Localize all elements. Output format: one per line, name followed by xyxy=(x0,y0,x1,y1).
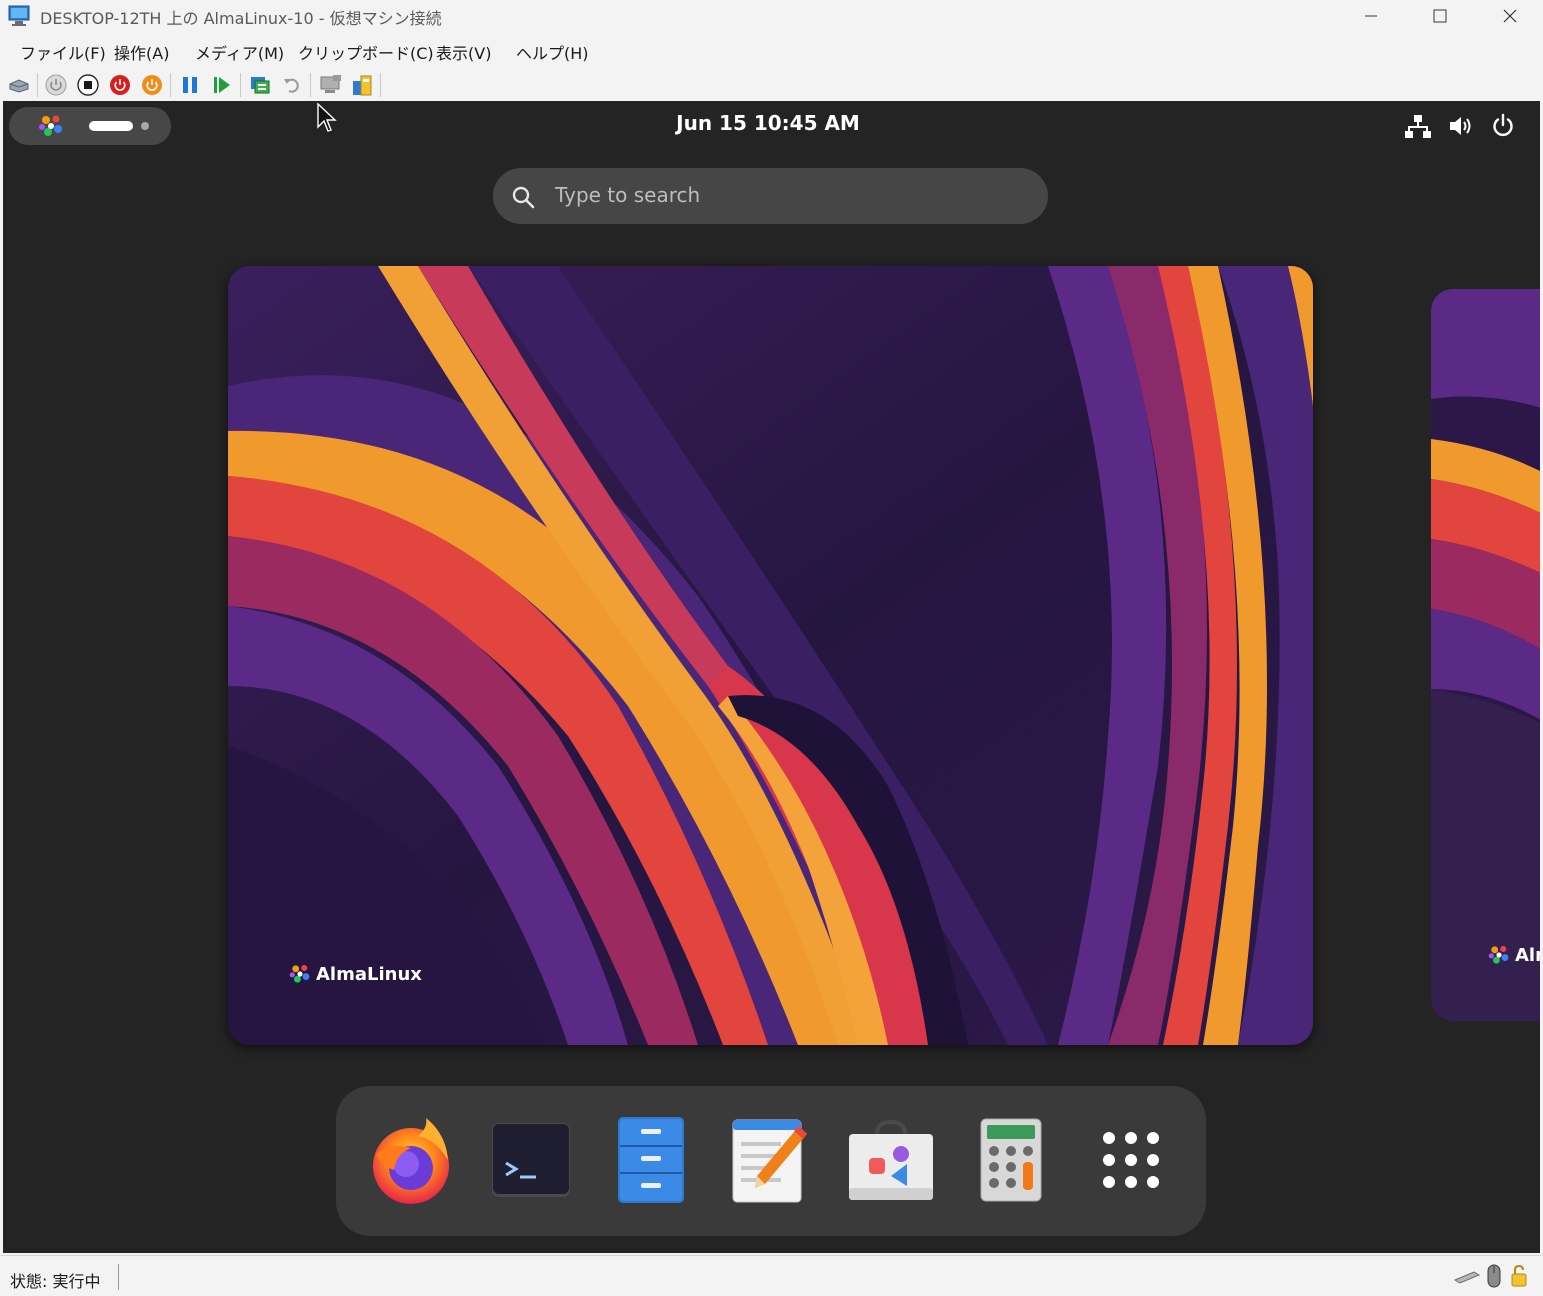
turn-off-icon xyxy=(77,74,99,96)
power-icon xyxy=(1493,113,1513,137)
calculator-icon xyxy=(980,1118,1042,1202)
almalinux-brand: AlmaLinux xyxy=(288,962,422,986)
menu-media[interactable]: メディア(M) xyxy=(195,40,284,64)
dock-text-editor[interactable] xyxy=(724,1113,818,1207)
network-button[interactable] xyxy=(1405,113,1433,141)
maximize-icon xyxy=(1433,9,1447,23)
enhanced-session-icon xyxy=(320,75,341,93)
ctrl-alt-del-button[interactable] xyxy=(8,74,30,96)
workspace-preview[interactable]: AlmaLinux xyxy=(228,266,1313,1045)
keyboard-icon xyxy=(1454,1271,1480,1284)
checkpoint-icon xyxy=(251,77,270,94)
terminal-icon xyxy=(492,1123,570,1197)
revert-button[interactable] xyxy=(281,74,303,96)
revert-icon xyxy=(284,78,299,93)
close-icon xyxy=(1503,9,1517,23)
volume-button[interactable] xyxy=(1448,113,1476,141)
dock-show-apps[interactable] xyxy=(1084,1113,1178,1207)
shutdown-icon xyxy=(110,75,130,95)
menu-file[interactable]: ファイル(F) xyxy=(20,40,106,64)
brand-text-partial: Alm xyxy=(1515,944,1540,966)
dock-calculator[interactable] xyxy=(964,1113,1058,1207)
dash-dock xyxy=(336,1086,1206,1236)
share-icon xyxy=(353,75,372,96)
almalinux-brand-partial: Alm xyxy=(1487,943,1540,967)
wallpaper-image xyxy=(1431,289,1540,1021)
search-entry[interactable]: Type to search xyxy=(493,168,1048,224)
volume-icon xyxy=(1450,117,1471,135)
ctrl-alt-del-icon xyxy=(9,79,29,93)
shutdown-button[interactable] xyxy=(109,74,131,96)
dock-terminal[interactable] xyxy=(484,1113,578,1207)
show-apps-icon xyxy=(1103,1132,1159,1188)
almalinux-logo-icon xyxy=(39,115,62,136)
network-icon xyxy=(1405,115,1431,138)
minimize-icon xyxy=(1365,15,1377,17)
save-icon xyxy=(142,75,162,95)
vm-status: 状態: 実行中 xyxy=(10,1272,101,1291)
lock-icon xyxy=(1511,1264,1527,1287)
start-button[interactable] xyxy=(45,74,67,96)
activities-button[interactable] xyxy=(9,107,171,145)
resume-button[interactable] xyxy=(211,74,233,96)
clock[interactable]: Jun 15 10:45 AM xyxy=(603,111,933,135)
dock-firefox[interactable] xyxy=(364,1113,458,1207)
pause-icon xyxy=(183,77,197,93)
search-icon xyxy=(512,186,535,209)
menu-help[interactable]: ヘルプ(H) xyxy=(516,40,589,64)
toolbar xyxy=(0,68,1543,100)
close-button[interactable] xyxy=(1475,0,1543,32)
mouse-cursor-icon xyxy=(317,102,337,132)
save-button[interactable] xyxy=(141,74,163,96)
almalinux-logo-icon xyxy=(289,965,310,983)
menu-view[interactable]: 表示(V) xyxy=(436,40,491,64)
workspace-indicator-active xyxy=(89,121,133,131)
vm-connection-icon xyxy=(8,5,30,26)
enhanced-session-button[interactable] xyxy=(319,74,341,96)
text-editor-icon xyxy=(732,1119,807,1203)
maximize-button[interactable] xyxy=(1405,0,1475,32)
files-icon xyxy=(618,1117,684,1203)
search-placeholder: Type to search xyxy=(555,183,701,207)
menu-bar: ファイル(F) 操作(A) メディア(M) クリップボード(C) 表示(V) ヘ… xyxy=(0,34,1543,66)
power-button[interactable] xyxy=(1490,113,1518,141)
dock-files[interactable] xyxy=(604,1113,698,1207)
software-icon xyxy=(849,1119,933,1200)
workspace-preview-next[interactable]: Alm xyxy=(1431,289,1540,1021)
turn-off-button[interactable] xyxy=(77,74,99,96)
vm-display[interactable]: Jun 15 10:45 AM Type to search AlmaLinux… xyxy=(3,101,1540,1253)
pause-button[interactable] xyxy=(179,74,201,96)
mouse-icon xyxy=(1487,1264,1501,1288)
share-button[interactable] xyxy=(351,74,373,96)
status-bar: 状態: 実行中 xyxy=(0,1255,1543,1296)
menu-action[interactable]: 操作(A) xyxy=(114,40,169,64)
minimize-button[interactable] xyxy=(1336,0,1406,32)
start-icon xyxy=(45,74,67,96)
almalinux-logo-icon xyxy=(1488,946,1509,964)
checkpoint-button[interactable] xyxy=(249,74,271,96)
window-title: DESKTOP-12TH 上の AlmaLinux-10 - 仮想マシン接続 xyxy=(40,9,442,28)
firefox-icon xyxy=(373,1118,449,1204)
wallpaper-image xyxy=(228,266,1313,1045)
brand-text: AlmaLinux xyxy=(316,963,422,985)
resume-icon xyxy=(214,77,230,93)
window-titlebar: DESKTOP-12TH 上の AlmaLinux-10 - 仮想マシン接続 xyxy=(0,0,1543,32)
status-separator xyxy=(118,1264,119,1290)
menu-clipboard[interactable]: クリップボード(C) xyxy=(298,40,434,64)
workspace-indicator-inactive xyxy=(141,122,149,130)
dock-software[interactable] xyxy=(844,1113,938,1207)
